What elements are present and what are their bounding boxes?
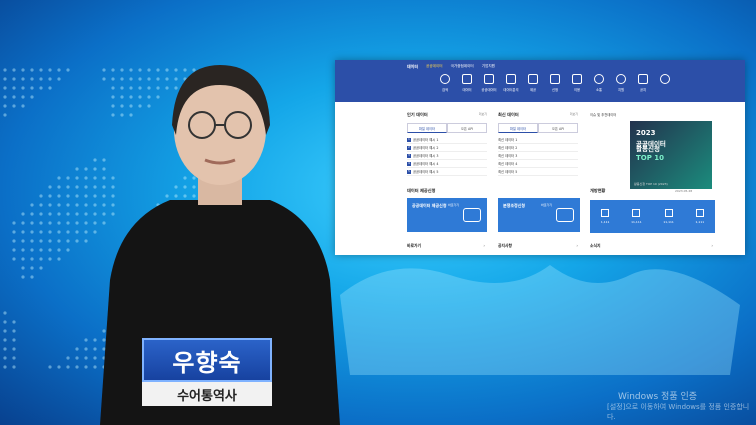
list-item[interactable]: 최신 데이터 2 bbox=[498, 144, 578, 152]
popular-more-link[interactable]: 더보기 bbox=[479, 112, 487, 116]
document-icon bbox=[550, 74, 560, 84]
list-item[interactable]: 3 공공데이터 예시 3 bbox=[407, 152, 487, 160]
name-caption: 우향숙 수어통역사 bbox=[142, 338, 272, 410]
popular-title: 인기 데이터 bbox=[407, 112, 428, 117]
open-status-panel: 1,111 11,111 11,111 1,111 bbox=[590, 200, 715, 233]
box1-title: 공공데이터 제공신청 bbox=[412, 203, 447, 208]
bank-icon bbox=[528, 74, 538, 84]
chart-icon bbox=[506, 74, 516, 84]
menu-analysis[interactable]: 데이터분석 bbox=[501, 74, 521, 92]
menu-search[interactable]: 검색 bbox=[435, 74, 455, 92]
list-item[interactable]: 최신 데이터 4 bbox=[498, 160, 578, 168]
list-item[interactable]: 5 공공데이터 예시 5 bbox=[407, 168, 487, 176]
list-item[interactable]: 최신 데이터 1 bbox=[498, 136, 578, 144]
tab-api[interactable]: 오픈 API bbox=[538, 123, 578, 133]
list-item[interactable]: 최신 데이터 5 bbox=[498, 168, 578, 176]
world-map-background bbox=[340, 265, 740, 375]
menu-notice[interactable]: 공지 bbox=[633, 74, 653, 92]
tab-api[interactable]: 오픈 API bbox=[447, 123, 487, 133]
stat-item: 11,111 bbox=[631, 209, 642, 224]
box2-more[interactable]: 바로가기 bbox=[541, 203, 552, 207]
people-icon bbox=[594, 74, 604, 84]
public-data-request-box[interactable]: 공공데이터 제공신청 바로가기 bbox=[407, 198, 487, 232]
latest-more-link[interactable]: 더보기 bbox=[570, 112, 578, 116]
brand[interactable]: 데이터 bbox=[407, 64, 418, 70]
arrow-icon bbox=[660, 74, 670, 84]
topnav-item[interactable]: 국가중점데이터 bbox=[451, 64, 474, 70]
search-icon bbox=[616, 74, 626, 84]
status-date: 2023.05.28 bbox=[675, 189, 693, 193]
api-icon bbox=[664, 209, 673, 217]
menu-data[interactable]: 데이터 bbox=[457, 74, 477, 92]
banner-year: 2023 bbox=[636, 129, 656, 137]
building-icon bbox=[484, 74, 494, 84]
website-screenshot: 데이터 공공데이터 국가중점데이터 기업지원 검색 데이터 공공데이터 데이터분… bbox=[335, 60, 745, 255]
menu-request[interactable]: 신청 bbox=[545, 74, 565, 92]
topnav-item[interactable]: 공공데이터 bbox=[426, 64, 443, 70]
box1-more[interactable]: 바로가기 bbox=[448, 203, 459, 207]
icon-menu: 검색 데이터 공공데이터 데이터분석 제공 신청 이용 소통 지원 공지 bbox=[435, 74, 675, 92]
menu-public[interactable]: 공공데이터 bbox=[479, 74, 499, 92]
folder-icon bbox=[462, 74, 472, 84]
latest-title: 최신 데이터 bbox=[498, 112, 519, 117]
menu-use[interactable]: 이용 bbox=[567, 74, 587, 92]
top-nav: 데이터 공공데이터 국가중점데이터 기업지원 bbox=[407, 64, 495, 70]
bottom-notice[interactable]: 공지사항 › bbox=[498, 243, 580, 249]
windows-activation-line1: Windows 정품 인증 bbox=[618, 392, 698, 402]
bottom-newsletter[interactable]: 소식지 › bbox=[590, 243, 715, 249]
top10-banner[interactable]: 2023 공공데이터 활용신청 TOP 10 활용신청 TOP 10 (2023… bbox=[630, 121, 712, 189]
tab-file[interactable]: 파일 데이터 bbox=[407, 123, 447, 133]
menu-provide[interactable]: 제공 bbox=[523, 74, 543, 92]
banner-caption: 활용신청 TOP 10 (2023) bbox=[634, 182, 668, 186]
stat-item: 1,111 bbox=[695, 209, 704, 224]
grid-icon bbox=[572, 74, 582, 84]
menu-next[interactable] bbox=[655, 74, 675, 92]
topnav-item[interactable]: 기업지원 bbox=[482, 64, 495, 70]
document-icon bbox=[463, 208, 481, 222]
file-icon bbox=[601, 209, 610, 217]
presenter-role: 수어통역사 bbox=[142, 382, 272, 406]
list-item[interactable]: 4 공공데이터 예시 4 bbox=[407, 160, 487, 168]
list-item[interactable]: 최신 데이터 3 bbox=[498, 152, 578, 160]
bottom-quicklinks[interactable]: 바로가기 › bbox=[407, 243, 487, 249]
popular-data: 인기 데이터 더보기 파일 데이터 오픈 API 1 공공데이터 예시 1 2 공공… bbox=[407, 112, 487, 176]
presenter-name: 우향숙 bbox=[142, 338, 272, 382]
issue-title: 이슈 및 추천데이터 bbox=[590, 113, 617, 117]
windows-activation-line2: [설정]으로 이동하여 Windows를 정품 인증합니다. bbox=[607, 403, 750, 421]
stat-item: 11,111 bbox=[663, 209, 674, 224]
search-icon bbox=[440, 74, 450, 84]
tab-file[interactable]: 파일 데이터 bbox=[498, 123, 538, 133]
stat-item: 1,111 bbox=[601, 209, 610, 224]
banner-top10: TOP 10 bbox=[636, 154, 665, 162]
menu-support[interactable]: 지원 bbox=[611, 74, 631, 92]
cube-icon bbox=[695, 209, 704, 217]
status-title: 개방현황 bbox=[590, 188, 606, 193]
latest-data: 최신 데이터 더보기 파일 데이터 오픈 API 최신 데이터 1 최신 데이터… bbox=[498, 112, 578, 176]
folder-icon bbox=[632, 209, 641, 217]
list-item[interactable]: 1 공공데이터 예시 1 bbox=[407, 136, 487, 144]
site-header: 데이터 공공데이터 국가중점데이터 기업지원 검색 데이터 공공데이터 데이터분… bbox=[335, 60, 745, 102]
briefcase-icon bbox=[638, 74, 648, 84]
banner-line2: 활용신청 bbox=[636, 145, 660, 153]
handshake-icon bbox=[556, 208, 574, 222]
box2-title: 분쟁조정신청 bbox=[503, 203, 526, 208]
dispute-request-box[interactable]: 분쟁조정신청 바로가기 bbox=[498, 198, 580, 232]
list-item[interactable]: 2 공공데이터 예시 2 bbox=[407, 144, 487, 152]
menu-community[interactable]: 소통 bbox=[589, 74, 609, 92]
request-title: 데이터 제공신청 bbox=[407, 188, 436, 193]
